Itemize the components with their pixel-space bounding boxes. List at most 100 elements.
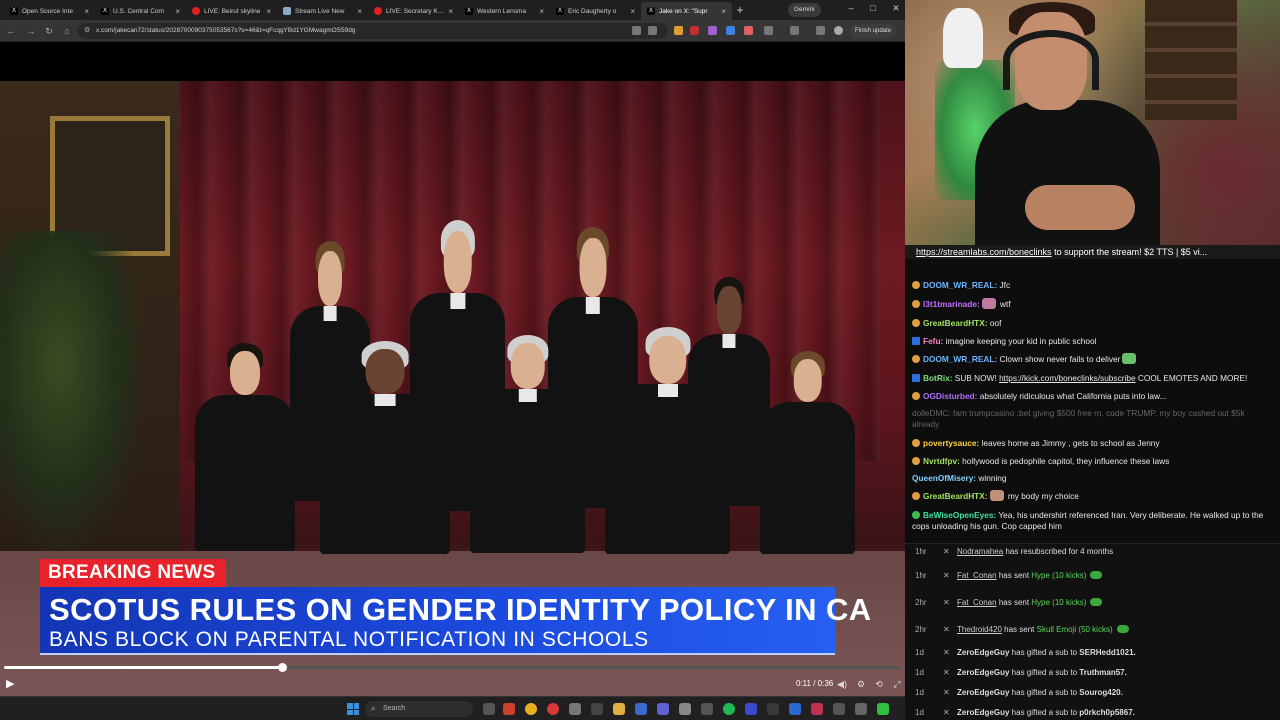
chat-username[interactable]: OGDisturbed: [923, 391, 977, 401]
app-icon[interactable] [833, 703, 845, 715]
minimize-icon[interactable]: – [844, 3, 858, 13]
chat-username[interactable]: GreatBeardHTX: [923, 491, 988, 501]
chat-link[interactable]: https://kick.com/boneclinks/subscribe [999, 373, 1136, 383]
close-icon[interactable]: × [448, 7, 453, 16]
extension-icon[interactable] [708, 26, 717, 35]
chat-username[interactable]: Fefu: [923, 336, 943, 346]
chat-username[interactable]: DOOM_WR_REAL: [923, 280, 997, 290]
dismiss-icon[interactable]: ✕ [943, 599, 951, 607]
close-icon[interactable]: × [175, 7, 180, 16]
app-icon[interactable] [635, 703, 647, 715]
close-icon[interactable]: × [721, 7, 726, 16]
extension-icon[interactable] [744, 26, 753, 35]
taskbar-search[interactable]: ⌕ Search [365, 701, 473, 717]
app-icon[interactable] [503, 703, 515, 715]
browser-tab[interactable]: X U.S. Central Com × [95, 2, 186, 20]
close-icon[interactable]: × [84, 7, 89, 16]
extension-icon[interactable] [674, 26, 683, 35]
banner-link[interactable]: https://streamlabs.com/boneclinks [916, 247, 1052, 257]
browser-tab[interactable]: X Western Lensma × [459, 2, 550, 20]
dismiss-icon[interactable]: ✕ [943, 669, 951, 677]
chat-message: Fefu: imagine keeping your kid in public… [912, 336, 1274, 347]
close-icon[interactable]: × [630, 7, 635, 16]
video-player[interactable]: BREAKING NEWS SCOTUS RULES ON GENDER IDE… [0, 42, 905, 696]
extensions-puzzle-icon[interactable] [764, 26, 773, 35]
app-icon[interactable] [767, 703, 779, 715]
profile-avatar-icon[interactable] [834, 26, 843, 35]
chat-username[interactable]: povertysauce: [923, 438, 979, 448]
chat-username[interactable]: dolleDMC: [912, 408, 951, 418]
maximize-icon[interactable]: □ [866, 3, 880, 13]
browser-tab[interactable]: X Eric Daugherty o × [550, 2, 641, 20]
file-explorer-icon[interactable] [613, 703, 625, 715]
download-icon[interactable] [816, 26, 825, 35]
task-view-icon[interactable] [483, 703, 495, 715]
app-icon[interactable] [569, 703, 581, 715]
dismiss-icon[interactable]: ✕ [943, 548, 951, 556]
dismiss-icon[interactable]: ✕ [943, 709, 951, 717]
event-username[interactable]: ZeroEdgeGuy [957, 688, 1009, 697]
gemini-button[interactable]: Gemini [788, 3, 821, 17]
extension-icon[interactable] [726, 26, 735, 35]
event-username[interactable]: ZeroEdgeGuy [957, 648, 1009, 657]
close-icon[interactable]: × [266, 7, 271, 16]
app-icon[interactable] [745, 703, 757, 715]
close-icon[interactable]: × [539, 7, 544, 16]
app-icon[interactable] [877, 703, 889, 715]
chat-username[interactable]: DOOM_WR_REAL: [923, 354, 997, 364]
app-icon[interactable] [657, 703, 669, 715]
browser-tab[interactable]: LIVE: Beirut skyline × [186, 2, 277, 20]
app-icon[interactable] [547, 703, 559, 715]
browser-tab[interactable]: Stream Live New × [277, 2, 368, 20]
volume-icon[interactable]: ◀) [836, 678, 848, 690]
settings-gear-icon[interactable]: ⚙ [855, 678, 867, 690]
app-icon[interactable] [855, 703, 867, 715]
video-progress-bar[interactable] [4, 663, 901, 672]
dismiss-icon[interactable]: ✕ [943, 649, 951, 657]
chat-username[interactable]: GreatBeardHTX: [923, 318, 988, 328]
loop-icon[interactable]: ⟲ [873, 678, 885, 690]
chat-username[interactable]: BotRix: [923, 373, 953, 383]
finish-update-button[interactable]: Finish update [850, 24, 897, 38]
app-icon[interactable] [679, 703, 691, 715]
dismiss-icon[interactable]: ✕ [943, 626, 951, 634]
event-username[interactable]: Fat_Conan [957, 598, 997, 607]
chat-username[interactable]: BeWiseOpenEyes: [923, 510, 996, 520]
reload-icon[interactable]: ↻ [42, 24, 56, 38]
windows-start-icon[interactable] [347, 703, 359, 715]
new-tab-button[interactable]: + [732, 2, 748, 20]
bookmark-star-icon[interactable] [648, 26, 657, 35]
home-icon[interactable]: ⌂ [60, 24, 74, 38]
spotify-icon[interactable] [723, 703, 735, 715]
dismiss-icon[interactable]: ✕ [943, 689, 951, 697]
dismiss-icon[interactable]: ✕ [943, 572, 951, 580]
event-username[interactable]: Thedroid420 [957, 625, 1002, 634]
play-icon[interactable]: ▶ [6, 678, 18, 690]
browser-tab[interactable]: X Open Source Inte × [4, 2, 95, 20]
chat-username[interactable]: Nvrtdfpv: [923, 456, 960, 466]
app-icon[interactable] [591, 703, 603, 715]
site-info-icon[interactable]: ⚙ [84, 23, 90, 39]
app-icon[interactable] [811, 703, 823, 715]
event-username[interactable]: ZeroEdgeGuy [957, 668, 1009, 677]
event-username[interactable]: Fat_Conan [957, 571, 997, 580]
close-window-icon[interactable]: ✕ [889, 3, 903, 14]
chat-username[interactable]: QueenOfMisery: [912, 473, 976, 483]
chrome-icon[interactable] [525, 703, 537, 715]
app-icon[interactable] [789, 703, 801, 715]
fullscreen-icon[interactable]: ⤢ [891, 678, 903, 690]
close-icon[interactable]: × [357, 7, 362, 16]
cast-icon[interactable] [632, 26, 641, 35]
browser-tab[interactable]: LIVE: Secretary Kristi × [368, 2, 459, 20]
sidebar-icon[interactable] [790, 26, 799, 35]
back-icon[interactable]: ← [4, 24, 18, 38]
browser-tab-active[interactable]: X Jake on X: "Supr × [641, 2, 732, 20]
event-username[interactable]: ZeroEdgeGuy [957, 708, 1009, 717]
extension-icon[interactable] [690, 26, 699, 35]
progress-scrubber[interactable] [278, 663, 288, 672]
url-input[interactable]: ⚙ x.com/jakecan72/status/2028700090375053… [78, 23, 668, 39]
app-icon[interactable] [701, 703, 713, 715]
forward-icon[interactable]: → [24, 24, 38, 38]
event-username[interactable]: Nodramahea [957, 547, 1003, 556]
chat-username[interactable]: l3t1tmarinade: [923, 299, 980, 309]
